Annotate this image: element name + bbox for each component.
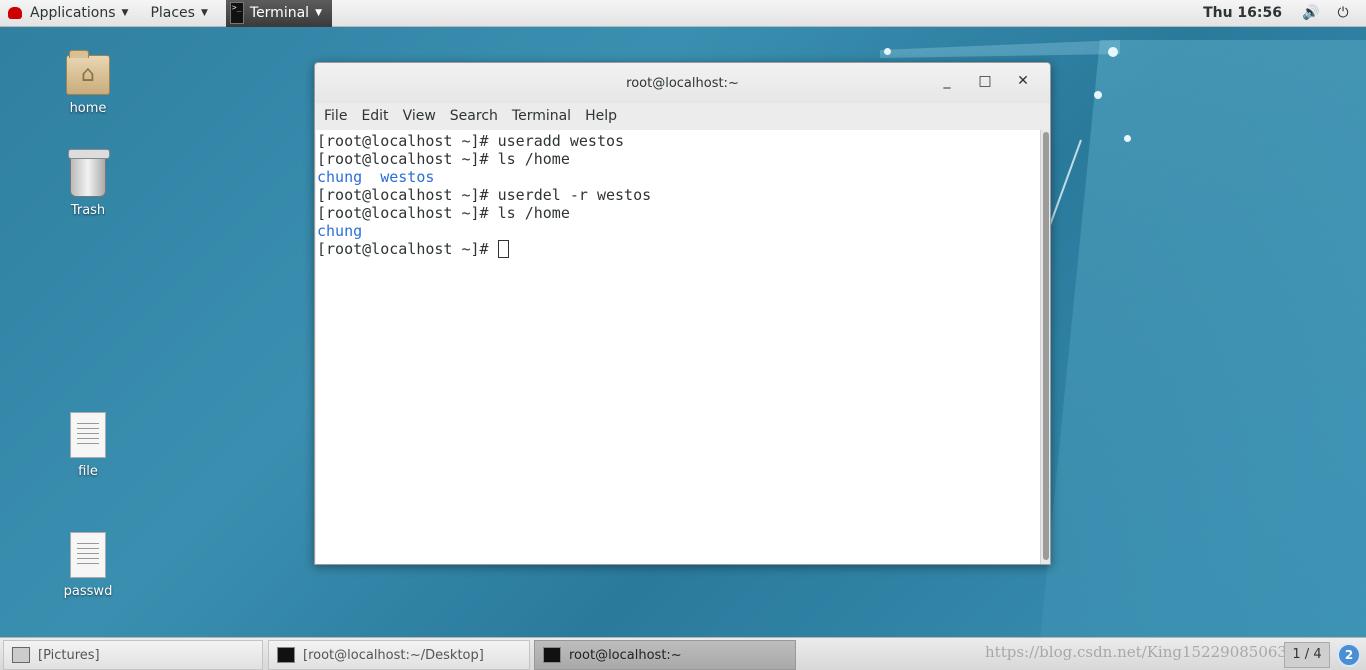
bottom-panel: [Pictures] [root@localhost:~/Desktop] ro… xyxy=(0,637,1366,670)
desktop-icon-trash[interactable]: Trash xyxy=(43,149,133,218)
desktop-icon-passwd[interactable]: passwd xyxy=(43,532,133,599)
watermark: https://blog.csdn.net/King15229085063 xyxy=(985,643,1287,661)
terminal-line: [root@localhost ~]# xyxy=(317,240,1040,258)
wallpaper-dot xyxy=(1108,47,1118,57)
terminal-icon: >_ xyxy=(229,2,244,24)
terminal-prompt: [root@localhost ~]# xyxy=(317,150,498,168)
terminal-line: [root@localhost ~]# useradd westos xyxy=(317,132,1040,150)
terminal-line: [root@localhost ~]# userdel -r westos xyxy=(317,186,1040,204)
workspace-badge[interactable]: 2 xyxy=(1337,643,1361,667)
terminal-command: useradd westos xyxy=(497,132,625,150)
terminal-prompt: [root@localhost ~]# xyxy=(317,186,498,204)
desktop-icon-file[interactable]: file xyxy=(43,412,133,479)
redhat-logo-icon xyxy=(8,7,22,19)
places-menu[interactable]: Places ▼ xyxy=(142,0,215,27)
menu-help[interactable]: Help xyxy=(578,108,624,124)
directory-entry: chung xyxy=(317,168,363,186)
directory-entry: westos xyxy=(380,168,435,186)
applications-menu[interactable]: Applications ▼ xyxy=(0,0,136,27)
terminal-command: ls /home xyxy=(497,150,570,168)
terminal-app-menu[interactable]: >_ Terminal ▼ xyxy=(225,0,332,27)
desktop-icon-label: home xyxy=(69,101,107,116)
wallpaper-band xyxy=(1040,40,1366,640)
menu-bar: File Edit View Search Terminal Help xyxy=(315,103,1050,129)
desktop-icon-label: file xyxy=(78,464,98,479)
menu-terminal[interactable]: Terminal xyxy=(505,108,578,124)
terminal-icon xyxy=(277,647,295,663)
workspace-pager[interactable]: 1 / 4 xyxy=(1284,642,1330,668)
terminal-cursor xyxy=(497,240,509,258)
maximize-button[interactable]: □ xyxy=(966,73,1004,89)
trash-icon xyxy=(68,149,110,197)
text-file-icon xyxy=(70,532,106,578)
top-panel: Applications ▼ Places ▼ >_ Terminal ▼ Th… xyxy=(0,0,1366,27)
menu-file[interactable]: File xyxy=(317,108,354,124)
wallpaper-dot xyxy=(1094,91,1102,99)
window-title: root@localhost:~ xyxy=(626,75,739,91)
applications-label: Applications xyxy=(30,5,116,21)
terminal-output[interactable]: [root@localhost ~]# useradd westos [root@… xyxy=(316,130,1040,564)
terminal-scrollbar[interactable] xyxy=(1040,130,1050,564)
wallpaper-dot xyxy=(1124,135,1131,142)
file-manager-icon xyxy=(12,647,30,663)
wallpaper-dot xyxy=(884,48,891,55)
minimize-button[interactable]: _ xyxy=(928,73,966,89)
desktop-icon-label: passwd xyxy=(63,584,113,599)
places-label: Places xyxy=(150,5,195,21)
menu-view[interactable]: View xyxy=(396,108,443,124)
terminal-window[interactable]: root@localhost:~ _ □ ✕ File Edit View Se… xyxy=(314,62,1051,565)
menu-edit[interactable]: Edit xyxy=(354,108,395,124)
scrollbar-thumb[interactable] xyxy=(1043,132,1049,560)
taskbar-item-pictures[interactable]: [Pictures] xyxy=(3,640,263,670)
terminal-line: chung xyxy=(317,222,1040,240)
home-folder-icon xyxy=(66,50,110,95)
terminal-line: [root@localhost ~]# ls /home xyxy=(317,204,1040,222)
desktop-icon-home[interactable]: home xyxy=(43,50,133,116)
directory-entry: chung xyxy=(317,222,363,240)
terminal-line: [root@localhost ~]# ls /home xyxy=(317,150,1040,168)
terminal-prompt: [root@localhost ~]# xyxy=(317,204,498,222)
taskbar-item-desktop-terminal[interactable]: [root@localhost:~/Desktop] xyxy=(268,640,530,670)
text-file-icon xyxy=(70,412,106,458)
taskbar-item-root-terminal[interactable]: root@localhost:~ xyxy=(534,640,796,670)
taskbar-item-label: [Pictures] xyxy=(38,647,100,663)
taskbar-item-label: root@localhost:~ xyxy=(569,647,682,663)
terminal-prompt: [root@localhost ~]# xyxy=(317,240,498,258)
terminal-line: chung westos xyxy=(317,168,1040,186)
desktop-icon-label: Trash xyxy=(70,203,106,218)
clock[interactable]: Thu 16:56 xyxy=(1203,5,1282,21)
power-icon[interactable]: ⏻ xyxy=(1334,5,1352,21)
chevron-down-icon: ▼ xyxy=(200,8,208,18)
window-titlebar[interactable]: root@localhost:~ _ □ ✕ xyxy=(315,63,1050,103)
chevron-down-icon: ▼ xyxy=(315,8,322,18)
terminal-app-label: Terminal xyxy=(249,5,310,21)
terminal-command: userdel -r westos xyxy=(497,186,652,204)
close-button[interactable]: ✕ xyxy=(1004,73,1042,89)
volume-icon[interactable]: 🔊 xyxy=(1302,5,1320,21)
menu-search[interactable]: Search xyxy=(443,108,505,124)
taskbar-item-label: [root@localhost:~/Desktop] xyxy=(303,647,484,663)
chevron-down-icon: ▼ xyxy=(121,8,129,18)
terminal-prompt: [root@localhost ~]# xyxy=(317,132,498,150)
terminal-command: ls /home xyxy=(497,204,570,222)
terminal-icon xyxy=(543,647,561,663)
